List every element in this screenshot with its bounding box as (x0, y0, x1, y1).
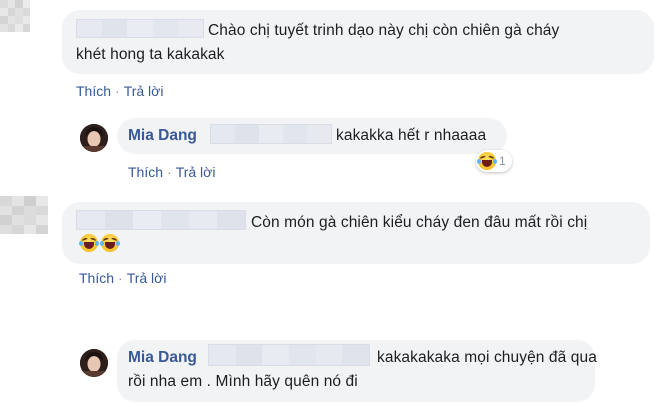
comment-text: Chào chị tuyết trinh dạo này chị còn chi… (208, 22, 560, 39)
reply-text: kakakka hết r nhaaaa (336, 127, 487, 144)
reply-link[interactable]: Trả lời (124, 83, 164, 99)
like-link[interactable]: Thích (79, 270, 114, 286)
comment-text: khét hong ta kakakak (76, 46, 225, 63)
author-name[interactable]: Mia Dang (128, 348, 197, 368)
redacted-author-name[interactable] (76, 210, 246, 230)
separator: · (167, 164, 172, 180)
separator: · (118, 270, 123, 286)
reply-text: kakakakaka mọi chuyện đã qua (377, 349, 597, 366)
reply-link[interactable]: Trả lời (127, 270, 167, 286)
reaction-count: 1 (499, 154, 506, 168)
comment-actions: Thích · Trả lời (76, 82, 163, 100)
reply-actions: Thích · Trả lời (128, 163, 215, 181)
reply-link[interactable]: Trả lời (176, 164, 216, 180)
separator: · (115, 83, 120, 99)
profile-photo-icon (80, 124, 108, 152)
laugh-cry-emoji-icon (79, 234, 99, 252)
emoji-row (79, 234, 120, 252)
redacted-author-name[interactable] (76, 19, 204, 38)
comment-thread: Chào chị tuyết trinh dạo này chị còn chi… (0, 0, 660, 407)
laugh-cry-emoji-icon (100, 234, 120, 252)
mia-dang-avatar[interactable] (80, 349, 108, 377)
like-link[interactable]: Thích (128, 164, 163, 180)
redacted-author-surname[interactable] (208, 344, 370, 366)
laugh-cry-emoji-icon (477, 152, 497, 170)
commenter-avatar[interactable] (0, 0, 30, 32)
commenter-avatar[interactable] (0, 196, 48, 234)
author-name[interactable]: Mia Dang (128, 126, 197, 146)
reply-text: rồi nha em . Mình hãy quên nó đi (128, 373, 358, 390)
like-link[interactable]: Thích (76, 83, 111, 99)
profile-photo-icon (80, 349, 108, 377)
mia-dang-avatar[interactable] (80, 124, 108, 152)
comment-actions: Thích · Trả lời (79, 269, 166, 287)
comment-text: Còn món gà chiên kiểu cháy đen đâu mất r… (251, 214, 588, 231)
reaction-summary[interactable]: 1 (476, 150, 512, 172)
redacted-author-surname[interactable] (210, 124, 332, 144)
